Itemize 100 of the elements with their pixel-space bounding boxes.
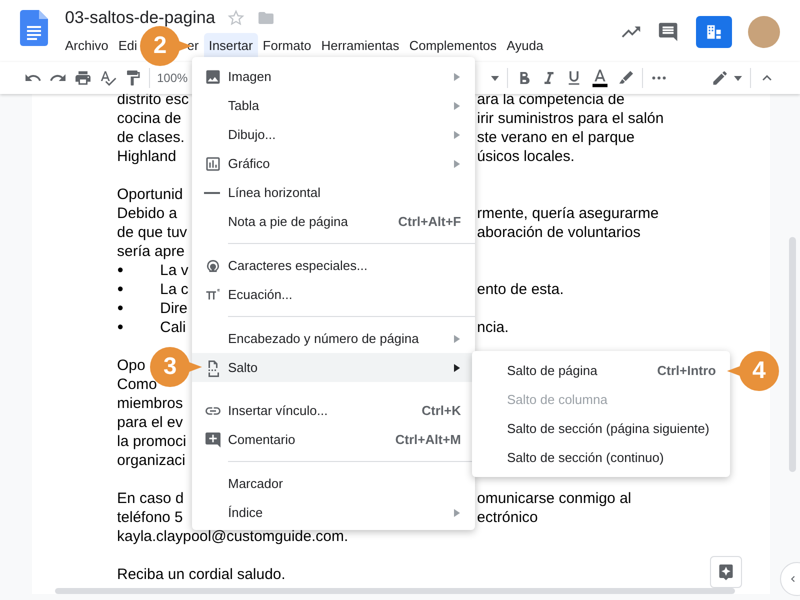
menu-item-label: Nota a pie de página: [228, 212, 348, 231]
menu-bar-item[interactable]: Edi: [113, 33, 142, 58]
dropdown-caret-icon[interactable]: [490, 73, 500, 83]
submenu-arrow-icon: [453, 508, 461, 516]
add-comment-icon: [204, 430, 222, 448]
document-text: La c: [160, 282, 188, 298]
document-text: Reciba un cordial saludo.: [117, 567, 286, 583]
text-color-icon[interactable]: [590, 68, 610, 88]
document-text: rmente, quería asegurarme: [477, 206, 659, 222]
menu-bar-item[interactable]: Archivo: [60, 33, 114, 58]
menu-item-label: Caracteres especiales...: [228, 256, 368, 275]
bullet-marker: ●: [117, 301, 125, 316]
paint-format-icon[interactable]: [124, 69, 142, 87]
document-text: Opo: [117, 358, 146, 374]
document-text: irir suministros para el salón: [477, 111, 664, 127]
menu-item-label: Ecuación...: [228, 286, 292, 304]
image-icon: [204, 68, 222, 86]
document-text: ento de esta.: [477, 282, 564, 298]
document-text: la promoci: [117, 434, 186, 450]
document-text: kayla.claypool@customguide.com.: [117, 529, 348, 545]
document-text: ste verano en el parque: [477, 130, 635, 146]
dropdown-caret-icon[interactable]: [733, 73, 743, 83]
menu-item-label: Salto: [228, 358, 258, 377]
menu-item-label: Línea horizontal: [228, 184, 321, 202]
menu-item[interactable]: Tabla: [192, 91, 475, 120]
menu-item[interactable]: Caracteres especiales...: [192, 251, 475, 280]
document-text: de clases.: [117, 130, 185, 146]
submenu-arrow-icon: [453, 72, 461, 80]
document-text: Highland: [117, 149, 176, 165]
menu-bar-item[interactable]: Insertar: [204, 33, 258, 58]
menu-item-label: Marcador: [228, 474, 283, 493]
menu-item-label: Insertar vínculo...: [228, 402, 328, 420]
document-text: úsicos locales.: [477, 149, 575, 165]
submenu-item[interactable]: Salto de página Ctrl+Intro: [472, 356, 730, 385]
vertical-scrollbar[interactable]: [789, 237, 796, 472]
menu-bar-item[interactable]: Formato: [258, 33, 316, 58]
horizontal-scrollbar[interactable]: [55, 588, 735, 594]
document-text: para el ev: [117, 415, 183, 431]
menu-item[interactable]: Dibujo...: [192, 120, 475, 149]
document-text: organizaci: [117, 453, 186, 469]
menu-item-label: Tabla: [228, 96, 260, 115]
sparkle-icon: [717, 563, 735, 581]
menu-item[interactable]: Marcador: [192, 469, 475, 498]
menu-item-label: Gráfico: [228, 154, 270, 173]
menu-item-label: Encabezado y número de página: [228, 330, 419, 348]
document-text: ectrónico: [477, 510, 538, 526]
pencil-icon[interactable]: [711, 69, 729, 87]
menu-item[interactable]: Imagen: [192, 62, 475, 91]
menu-item-label: Índice: [228, 504, 263, 522]
menu-item-label: Dibujo...: [228, 126, 276, 144]
menu-item[interactable]: Salto: [192, 353, 475, 382]
shortcut-text: Ctrl+K: [422, 402, 461, 420]
menu-item[interactable]: Insertar vínculo... Ctrl+K: [192, 396, 475, 425]
submenu-item[interactable]: Salto de sección (página siguiente): [472, 414, 730, 443]
document-text: Debido a: [117, 206, 178, 222]
star-icon[interactable]: [227, 9, 246, 27]
bullet-marker: ●: [117, 282, 125, 297]
menu-item[interactable]: Comentario Ctrl+Alt+M: [192, 425, 475, 454]
print-icon[interactable]: [74, 69, 92, 87]
document-text: distrito esc: [117, 92, 189, 108]
document-text: omunicarse conmigo al: [477, 491, 632, 507]
menu-item[interactable]: Índice: [192, 498, 475, 527]
submenu-arrow-icon: [453, 102, 461, 110]
menu-item[interactable]: Ecuación...: [192, 280, 475, 309]
document-text: cocina de: [117, 111, 182, 127]
bar-chart-icon: [204, 154, 222, 172]
document-text: Dire: [160, 301, 188, 317]
document-text: ara la competencia de: [477, 92, 625, 108]
document-text: de que tuv: [117, 225, 188, 241]
submenu-arrow-icon: [453, 160, 461, 168]
shortcut-text: Ctrl+Alt+F: [398, 212, 461, 231]
shortcut-text: Ctrl+Alt+M: [395, 430, 461, 449]
document-text: La v: [160, 263, 188, 279]
submenu-arrow-icon: [453, 334, 461, 342]
menu-item-label: Comentario: [228, 430, 296, 449]
menu-item-label: Imagen: [228, 68, 272, 86]
menu-bar-item[interactable]: Ayuda: [502, 33, 548, 58]
spellcheck-icon[interactable]: [99, 69, 117, 87]
horizontal-line-icon: [204, 192, 220, 194]
comment-icon[interactable]: [658, 21, 680, 43]
menu-item[interactable]: Nota a pie de página Ctrl+Alt+F: [192, 207, 475, 236]
document-logo-icon: [20, 10, 48, 46]
explore-button[interactable]: [710, 556, 742, 588]
menu-item[interactable]: Línea horizontal: [192, 178, 475, 207]
document-title[interactable]: 03-saltos-de-pagina: [65, 8, 216, 28]
building-icon: [705, 23, 723, 41]
submenu-arrow-icon: [453, 130, 461, 138]
menu-bar-item[interactable]: Complementos: [404, 33, 502, 58]
document-text: aboración de voluntarios: [477, 225, 640, 241]
menu-bar-item[interactable]: Herramientas: [316, 33, 404, 58]
document-text: sería apre: [117, 244, 185, 260]
menu-item[interactable]: Gráfico: [192, 149, 475, 178]
share-button[interactable]: [696, 16, 732, 48]
zoom-select[interactable]: 100%: [157, 69, 188, 87]
document-text: teléfono 5: [117, 510, 183, 526]
submenu-item[interactable]: Salto de sección (continuo): [472, 443, 730, 472]
submenu-arrow-icon: [453, 364, 461, 372]
bullet-marker: ●: [117, 320, 125, 335]
document-text: En caso d: [117, 491, 184, 507]
bullet-marker: ●: [117, 263, 125, 278]
